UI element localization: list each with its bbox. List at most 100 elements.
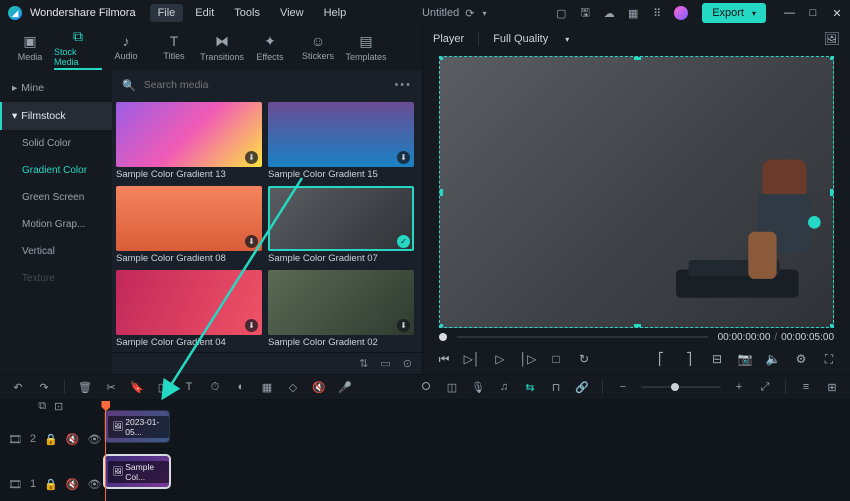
sidebar-item-texture[interactable]: Texture [0, 265, 112, 292]
track-header-video-2[interactable]: 🎞 2 🔒 🔇 👁 [0, 417, 101, 462]
zoom-out-button[interactable]: − [615, 379, 631, 395]
track-header-video-1[interactable]: 🎞 1 🔒 🔇 👁 [0, 462, 101, 501]
adj-layer-button[interactable]: ◫ [444, 379, 460, 395]
mark-out-button[interactable]: ⎤ [680, 350, 698, 368]
grid-icon[interactable]: ▦ [626, 6, 640, 20]
quality-select[interactable]: Full Quality [493, 33, 549, 45]
resize-handle[interactable] [439, 56, 443, 60]
resize-handle[interactable] [439, 324, 443, 328]
timeline-body[interactable]: 0:0000:00:05:0000:00:10:0000:00:15:0000:… [102, 400, 850, 501]
detach-audio-button[interactable]: 🔇 [311, 379, 327, 395]
record-vo-button[interactable]: 🎤 [337, 379, 353, 395]
layout-icon[interactable]: ▢ [554, 6, 568, 20]
tab-transitions[interactable]: ⧓Transitions [198, 26, 246, 70]
undo-button[interactable]: ↶ [10, 379, 26, 395]
media-item[interactable]: ⬇Sample Color Gradient 08 [116, 186, 262, 264]
resize-handle[interactable] [830, 189, 834, 196]
clip-button[interactable]: ⊟ [708, 350, 726, 368]
media-item[interactable]: ✓Sample Color Gradient 07 [268, 186, 414, 264]
cloud-icon[interactable]: ☁ [602, 6, 616, 20]
download-icon[interactable]: ⬇ [245, 319, 258, 332]
preview-canvas[interactable] [439, 56, 834, 328]
visibility-icon[interactable]: 👁 [88, 433, 102, 446]
crop-button[interactable]: ◫ [155, 379, 171, 395]
playhead-dot[interactable] [439, 333, 447, 341]
mic-button[interactable]: 🎙 [470, 379, 486, 395]
info-icon[interactable]: ⊙ [403, 357, 412, 370]
media-item[interactable]: ⬇Sample Color Gradient 02 [268, 270, 414, 348]
resize-handle[interactable] [830, 56, 834, 60]
keyframe-button[interactable]: ◇ [285, 379, 301, 395]
track-audio-1[interactable] [102, 494, 850, 501]
media-thumbnail[interactable]: ⬇ [116, 270, 262, 335]
menu-view[interactable]: View [272, 4, 312, 22]
search-input[interactable] [144, 79, 387, 91]
render-button[interactable]: ⭘ [418, 379, 434, 395]
track-video-2[interactable]: 🖼2023-01-05... [102, 404, 850, 449]
sidebar-item-solid-color[interactable]: Solid Color [0, 130, 112, 157]
media-thumbnail[interactable]: ✓ [268, 186, 414, 251]
download-icon[interactable]: ⬇ [245, 151, 258, 164]
snapshot-icon[interactable]: 🖼 [823, 31, 840, 47]
menu-tools[interactable]: Tools [226, 4, 268, 22]
link-button[interactable]: 🔗 [574, 379, 590, 395]
mixer-button[interactable]: ♫ [496, 379, 512, 395]
download-icon[interactable]: ⬇ [397, 151, 410, 164]
prev-frame-button[interactable]: ⏮ [435, 350, 453, 368]
resize-handle[interactable] [830, 324, 834, 328]
resize-handle[interactable] [634, 324, 641, 328]
tab-media[interactable]: ▣Media [6, 26, 54, 70]
sidebar-item-mine[interactable]: ▸Mine [0, 74, 112, 102]
volume-button[interactable]: 🔈 [764, 350, 782, 368]
scrub-bar[interactable] [457, 336, 708, 338]
match-icon[interactable]: ⊡ [54, 400, 63, 413]
copy-icon[interactable]: ⧉ [38, 400, 46, 413]
download-icon[interactable]: ⬇ [397, 319, 410, 332]
media-thumbnail[interactable]: ⬇ [268, 102, 414, 167]
tab-titles[interactable]: TTitles [150, 26, 198, 70]
check-icon[interactable]: ✓ [397, 235, 410, 248]
mute-icon[interactable]: 🔇 [66, 478, 80, 491]
tab-stock-media[interactable]: ⧉Stock Media [54, 26, 102, 70]
sidebar-item-gradient-color[interactable]: Gradient Color [0, 157, 112, 184]
track-video-1[interactable]: 🖼Sample Col... [102, 449, 850, 494]
tab-audio[interactable]: ♪Audio [102, 26, 150, 70]
sidebar-item-vertical[interactable]: Vertical [0, 238, 112, 265]
auto-ripple-button[interactable]: ⇆ [522, 379, 538, 395]
delete-button[interactable]: 🗑 [77, 379, 93, 395]
tab-stickers[interactable]: ☺Stickers [294, 26, 342, 70]
cut-button[interactable]: ✂ [103, 379, 119, 395]
sidebar-item-filmstock[interactable]: ▾Filmstock [0, 102, 112, 130]
zoom-fit-button[interactable]: ⤢ [757, 379, 773, 395]
resize-handle[interactable] [634, 56, 641, 60]
maximize-button[interactable]: □ [808, 7, 818, 20]
play-button[interactable]: ▷ [491, 350, 509, 368]
zoom-slider[interactable] [641, 386, 721, 388]
download-icon[interactable]: ⬇ [245, 235, 258, 248]
fullscreen-button[interactable]: ⛶ [820, 350, 838, 368]
menu-file[interactable]: File [150, 4, 184, 22]
green-screen-button[interactable]: ▦ [259, 379, 275, 395]
timeline-settings-button[interactable]: ⊞ [824, 379, 840, 395]
lock-icon[interactable]: 🔒 [44, 478, 58, 491]
title-caret-icon[interactable]: ▾ [482, 9, 486, 18]
step-fwd-button[interactable]: │▷ [519, 350, 537, 368]
clip-sample-color[interactable]: 🖼Sample Col... [105, 456, 169, 487]
stop-button[interactable]: □ [547, 350, 565, 368]
media-item[interactable]: ⬇Sample Color Gradient 04 [116, 270, 262, 348]
sort-icon[interactable]: ⇅ [359, 357, 368, 370]
close-button[interactable]: ✕ [832, 7, 842, 20]
redo-button[interactable]: ↷ [36, 379, 52, 395]
bullets-icon[interactable]: ⠿ [650, 6, 664, 20]
thumb-size-icon[interactable]: ▭ [380, 357, 390, 370]
marker-button[interactable]: 🔖 [129, 379, 145, 395]
resize-handle[interactable] [439, 189, 443, 196]
media-item[interactable]: ⬇Sample Color Gradient 13 [116, 102, 262, 180]
minimize-button[interactable]: — [784, 7, 794, 20]
lock-icon[interactable]: 🔒 [44, 433, 58, 446]
speed-button[interactable]: ⏱ [207, 379, 223, 395]
export-button[interactable]: Export ▾ [702, 3, 766, 23]
clip-video[interactable]: 🖼2023-01-05... [105, 411, 169, 442]
media-thumbnail[interactable]: ⬇ [268, 270, 414, 335]
zoom-in-button[interactable]: + [731, 379, 747, 395]
